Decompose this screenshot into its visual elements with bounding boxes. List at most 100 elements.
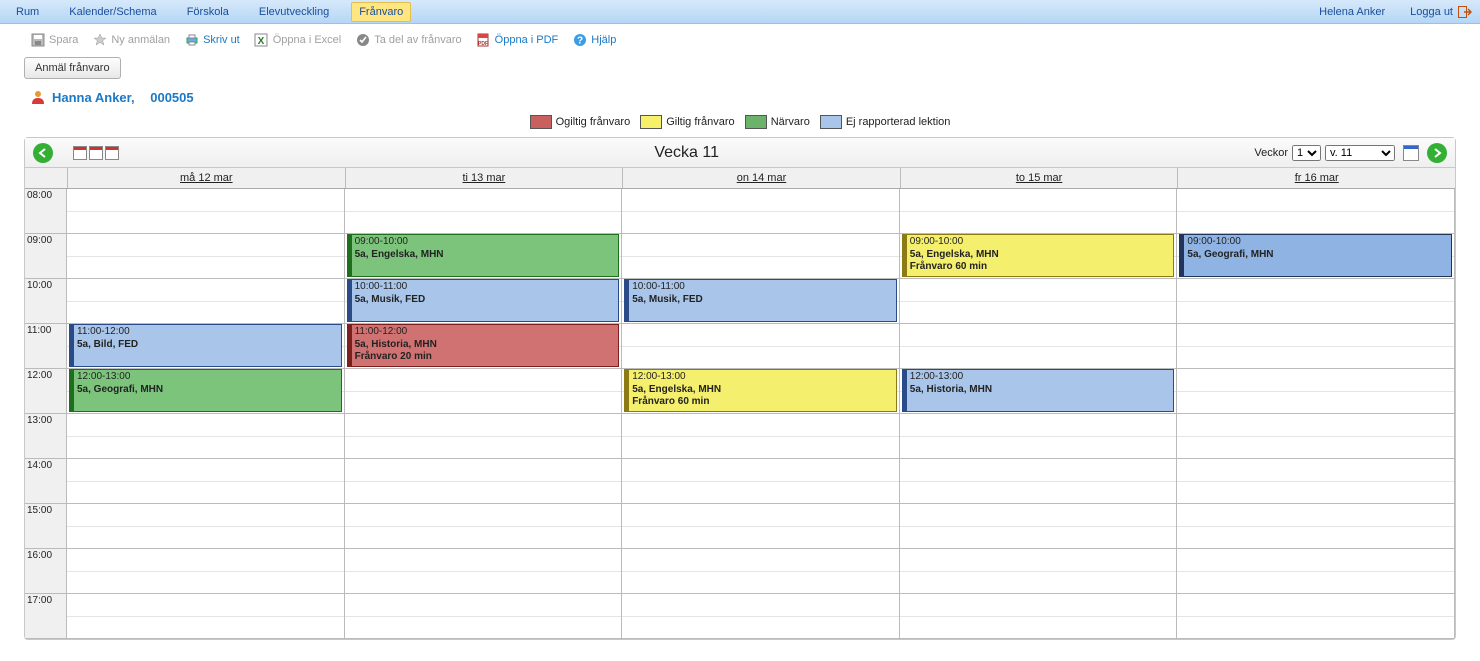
prev-week-button[interactable] <box>33 143 53 163</box>
date-picker-icon[interactable] <box>1403 145 1419 161</box>
nav-left: Rum Kalender/Schema Förskola Elevutveckling… <box>8 2 411 22</box>
svg-text:PDF: PDF <box>478 41 488 47</box>
week-title: Vecka 11 <box>119 144 1254 162</box>
weeks-count-select[interactable]: 1 <box>1292 145 1321 161</box>
slot <box>622 189 899 212</box>
svg-text:?: ? <box>577 35 583 46</box>
slot <box>67 617 344 640</box>
slot <box>1177 572 1454 595</box>
mini-calendar-group <box>73 146 119 160</box>
slot <box>900 414 1177 437</box>
event-8[interactable]: 12:00-13:005a, Historia, MHN <box>902 369 1175 412</box>
week-select[interactable]: v. 11 <box>1325 145 1395 161</box>
slot <box>900 549 1177 572</box>
nav-item-f-rskola[interactable]: Förskola <box>179 2 237 22</box>
slot <box>67 459 344 482</box>
calendar: Vecka 11 Veckor 1 v. 11 må 12 marti 13 m… <box>24 137 1456 640</box>
legend-invalid: Ogiltig frånvaro <box>530 115 631 129</box>
pdf-button[interactable]: PDF Öppna i PDF <box>476 32 559 47</box>
time-label-1100: 11:00 <box>25 324 66 369</box>
header-time-col <box>25 168 67 188</box>
pdf-label: Öppna i PDF <box>495 34 559 46</box>
slot <box>67 594 344 617</box>
legend-present-label: Närvaro <box>771 116 810 128</box>
slot <box>67 234 344 257</box>
event-1[interactable]: 12:00-13:005a, Geografi, MHN <box>69 369 342 412</box>
event-0[interactable]: 11:00-12:005a, Bild, FED <box>69 324 342 367</box>
calendar-header: må 12 marti 13 maron 14 marto 15 marfr 1… <box>25 168 1455 189</box>
swatch-yellow <box>640 115 662 129</box>
time-label-1500: 15:00 <box>25 504 66 549</box>
slot <box>622 212 899 235</box>
event-time: 09:00-10:00 <box>910 236 1171 249</box>
event-time: 11:00-12:00 <box>77 326 338 339</box>
take-label: Ta del av frånvaro <box>374 34 461 46</box>
slot <box>900 527 1177 550</box>
slot <box>67 437 344 460</box>
event-time: 12:00-13:00 <box>910 371 1171 384</box>
new-button: Ny anmälan <box>92 32 170 47</box>
event-time: 12:00-13:00 <box>632 371 893 384</box>
nav-item-kalender-schema[interactable]: Kalender/Schema <box>61 2 164 22</box>
event-9[interactable]: 09:00-10:005a, Geografi, MHN <box>1179 234 1452 277</box>
star-icon <box>92 32 107 47</box>
print-button[interactable]: Skriv ut <box>184 32 240 47</box>
event-4[interactable]: 11:00-12:005a, Historia, MHNFrånvaro 20 … <box>347 324 620 367</box>
nav-item-fr-nvaro[interactable]: Frånvaro <box>351 2 411 22</box>
next-week-button[interactable] <box>1427 143 1447 163</box>
help-button[interactable]: ? Hjälp <box>572 32 616 47</box>
slot <box>622 594 899 617</box>
time-label-0800: 08:00 <box>25 189 66 234</box>
day-header-0[interactable]: må 12 mar <box>67 168 345 188</box>
excel-button: X Öppna i Excel <box>254 32 341 47</box>
event-detail: 5a, Bild, FED <box>77 339 338 352</box>
slot <box>67 279 344 302</box>
mini-cal-5[interactable] <box>89 146 103 160</box>
event-time: 12:00-13:00 <box>77 371 338 384</box>
save-label: Spara <box>49 34 78 46</box>
slot <box>345 482 622 505</box>
slot <box>622 482 899 505</box>
slot <box>1177 504 1454 527</box>
logout-link[interactable]: Logga ut <box>1410 6 1472 18</box>
user-icon <box>30 89 46 105</box>
event-5[interactable]: 10:00-11:005a, Musik, FED <box>624 279 897 322</box>
event-3[interactable]: 10:00-11:005a, Musik, FED <box>347 279 620 322</box>
slot <box>1177 482 1454 505</box>
mini-cal-7[interactable] <box>105 146 119 160</box>
slot <box>345 189 622 212</box>
day-header-3[interactable]: to 15 mar <box>900 168 1178 188</box>
day-header-4[interactable]: fr 16 mar <box>1177 168 1455 188</box>
print-icon <box>184 32 199 47</box>
student-id: 000505 <box>150 90 193 105</box>
slot <box>900 324 1177 347</box>
slot <box>67 504 344 527</box>
slot <box>900 347 1177 370</box>
slot <box>67 212 344 235</box>
mini-cal-1[interactable] <box>73 146 87 160</box>
slot <box>345 504 622 527</box>
slot <box>67 549 344 572</box>
slot <box>622 572 899 595</box>
nav-item-elevutveckling[interactable]: Elevutveckling <box>251 2 337 22</box>
event-detail: 5a, Geografi, MHN <box>77 384 338 397</box>
slot <box>345 212 622 235</box>
day-header-2[interactable]: on 14 mar <box>622 168 900 188</box>
event-2[interactable]: 09:00-10:005a, Engelska, MHN <box>347 234 620 277</box>
slot <box>622 437 899 460</box>
time-label-1700: 17:00 <box>25 594 66 639</box>
slot <box>345 369 622 392</box>
report-absence-button[interactable]: Anmäl frånvaro <box>24 57 121 79</box>
time-label-1200: 12:00 <box>25 369 66 414</box>
slot <box>345 594 622 617</box>
nav-item-rum[interactable]: Rum <box>8 2 47 22</box>
slot <box>900 504 1177 527</box>
slot <box>622 347 899 370</box>
event-note: Frånvaro 60 min <box>632 396 893 409</box>
event-7[interactable]: 09:00-10:005a, Engelska, MHNFrånvaro 60 … <box>902 234 1175 277</box>
legend-invalid-label: Ogiltig frånvaro <box>556 116 631 128</box>
slot <box>1177 324 1454 347</box>
event-6[interactable]: 12:00-13:005a, Engelska, MHNFrånvaro 60 … <box>624 369 897 412</box>
day-col-1: 09:00-10:005a, Engelska, MHN10:00-11:005… <box>345 189 623 639</box>
day-header-1[interactable]: ti 13 mar <box>345 168 623 188</box>
